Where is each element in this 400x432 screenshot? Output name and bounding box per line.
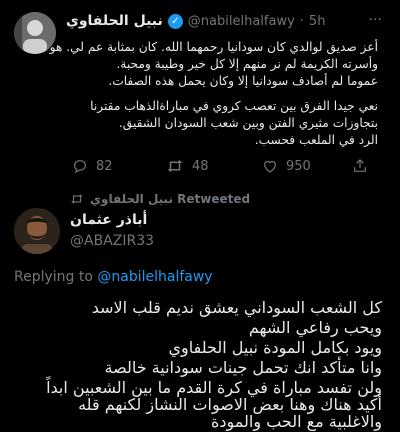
tweet-line: الرد في الملعب فحسب.	[254, 133, 378, 147]
retweet-icon	[167, 160, 183, 172]
reply-author-name[interactable]: أباذر عثمان	[70, 212, 147, 228]
like-action[interactable]: 950	[262, 158, 311, 174]
replying-to-handle[interactable]: @nabilelhalfawy	[97, 269, 212, 285]
reply-action[interactable]: 82	[72, 158, 113, 174]
reply-icon	[74, 160, 86, 174]
replying-to: Replying to @nabilelhalfawy	[14, 269, 213, 285]
reply-line: كل الشعب السوداني يعشق نديم قلب الاسد	[91, 298, 382, 317]
heart-icon	[264, 160, 276, 173]
share-action[interactable]	[352, 158, 368, 174]
reply-author-handle[interactable]: @ABAZIR33	[70, 233, 154, 249]
author-handle[interactable]: @nabilelhalfawy	[188, 14, 295, 29]
tweet-header: نبيل الحلفاوي ✓ @nabilelhalfawy · 5h	[66, 13, 325, 29]
separator-dot: ·	[299, 13, 304, 29]
retweet-count: 48	[192, 158, 209, 174]
tweet-line: أعز صديق لوالدي كان سودانيا رحمهما الله.…	[49, 40, 378, 54]
share-icon	[354, 159, 366, 172]
replying-to-label: Replying to	[14, 269, 93, 285]
tweet-line: بتجاوزات مثيري الفتن وبين شعب السودان ال…	[118, 116, 378, 130]
retweet-icon	[71, 194, 83, 204]
more-options-icon[interactable]: ···	[369, 12, 382, 28]
author-name[interactable]: نبيل الحلفاوي	[66, 13, 163, 29]
retweet-action[interactable]: 48	[166, 158, 209, 174]
retweeted-text[interactable]: نبيل الحلفاوي Retweeted	[90, 192, 250, 206]
tweet-line: نعي جيدا الفرق بين تعصب كروي في مباراةال…	[90, 99, 378, 113]
reply-line: ويود بكامل المودة نبيل الحلفاوي	[168, 338, 383, 357]
like-count: 950	[286, 158, 311, 174]
tweet-line: وأسرته الكريمة لم نر منهم إلا كل خير وطي…	[116, 57, 378, 71]
reply-line: ويحب رفاعي الشهم	[248, 318, 382, 337]
retweeted-banner: نبيل الحلفاوي Retweeted	[70, 192, 250, 206]
reply-author-avatar[interactable]	[14, 208, 60, 254]
tweet-line: عموما لم أصادف سودانيا إلا وكان يحمل هذه…	[108, 74, 378, 88]
reply-line: والاغلبية مع الحب والمودة	[211, 412, 382, 431]
reply-count: 82	[96, 158, 113, 174]
reply-line: وانا متأكد انك تحمل جينات سودانية خالصة	[104, 358, 382, 377]
verified-badge-icon: ✓	[167, 13, 183, 29]
tweet-time[interactable]: 5h	[309, 14, 326, 29]
